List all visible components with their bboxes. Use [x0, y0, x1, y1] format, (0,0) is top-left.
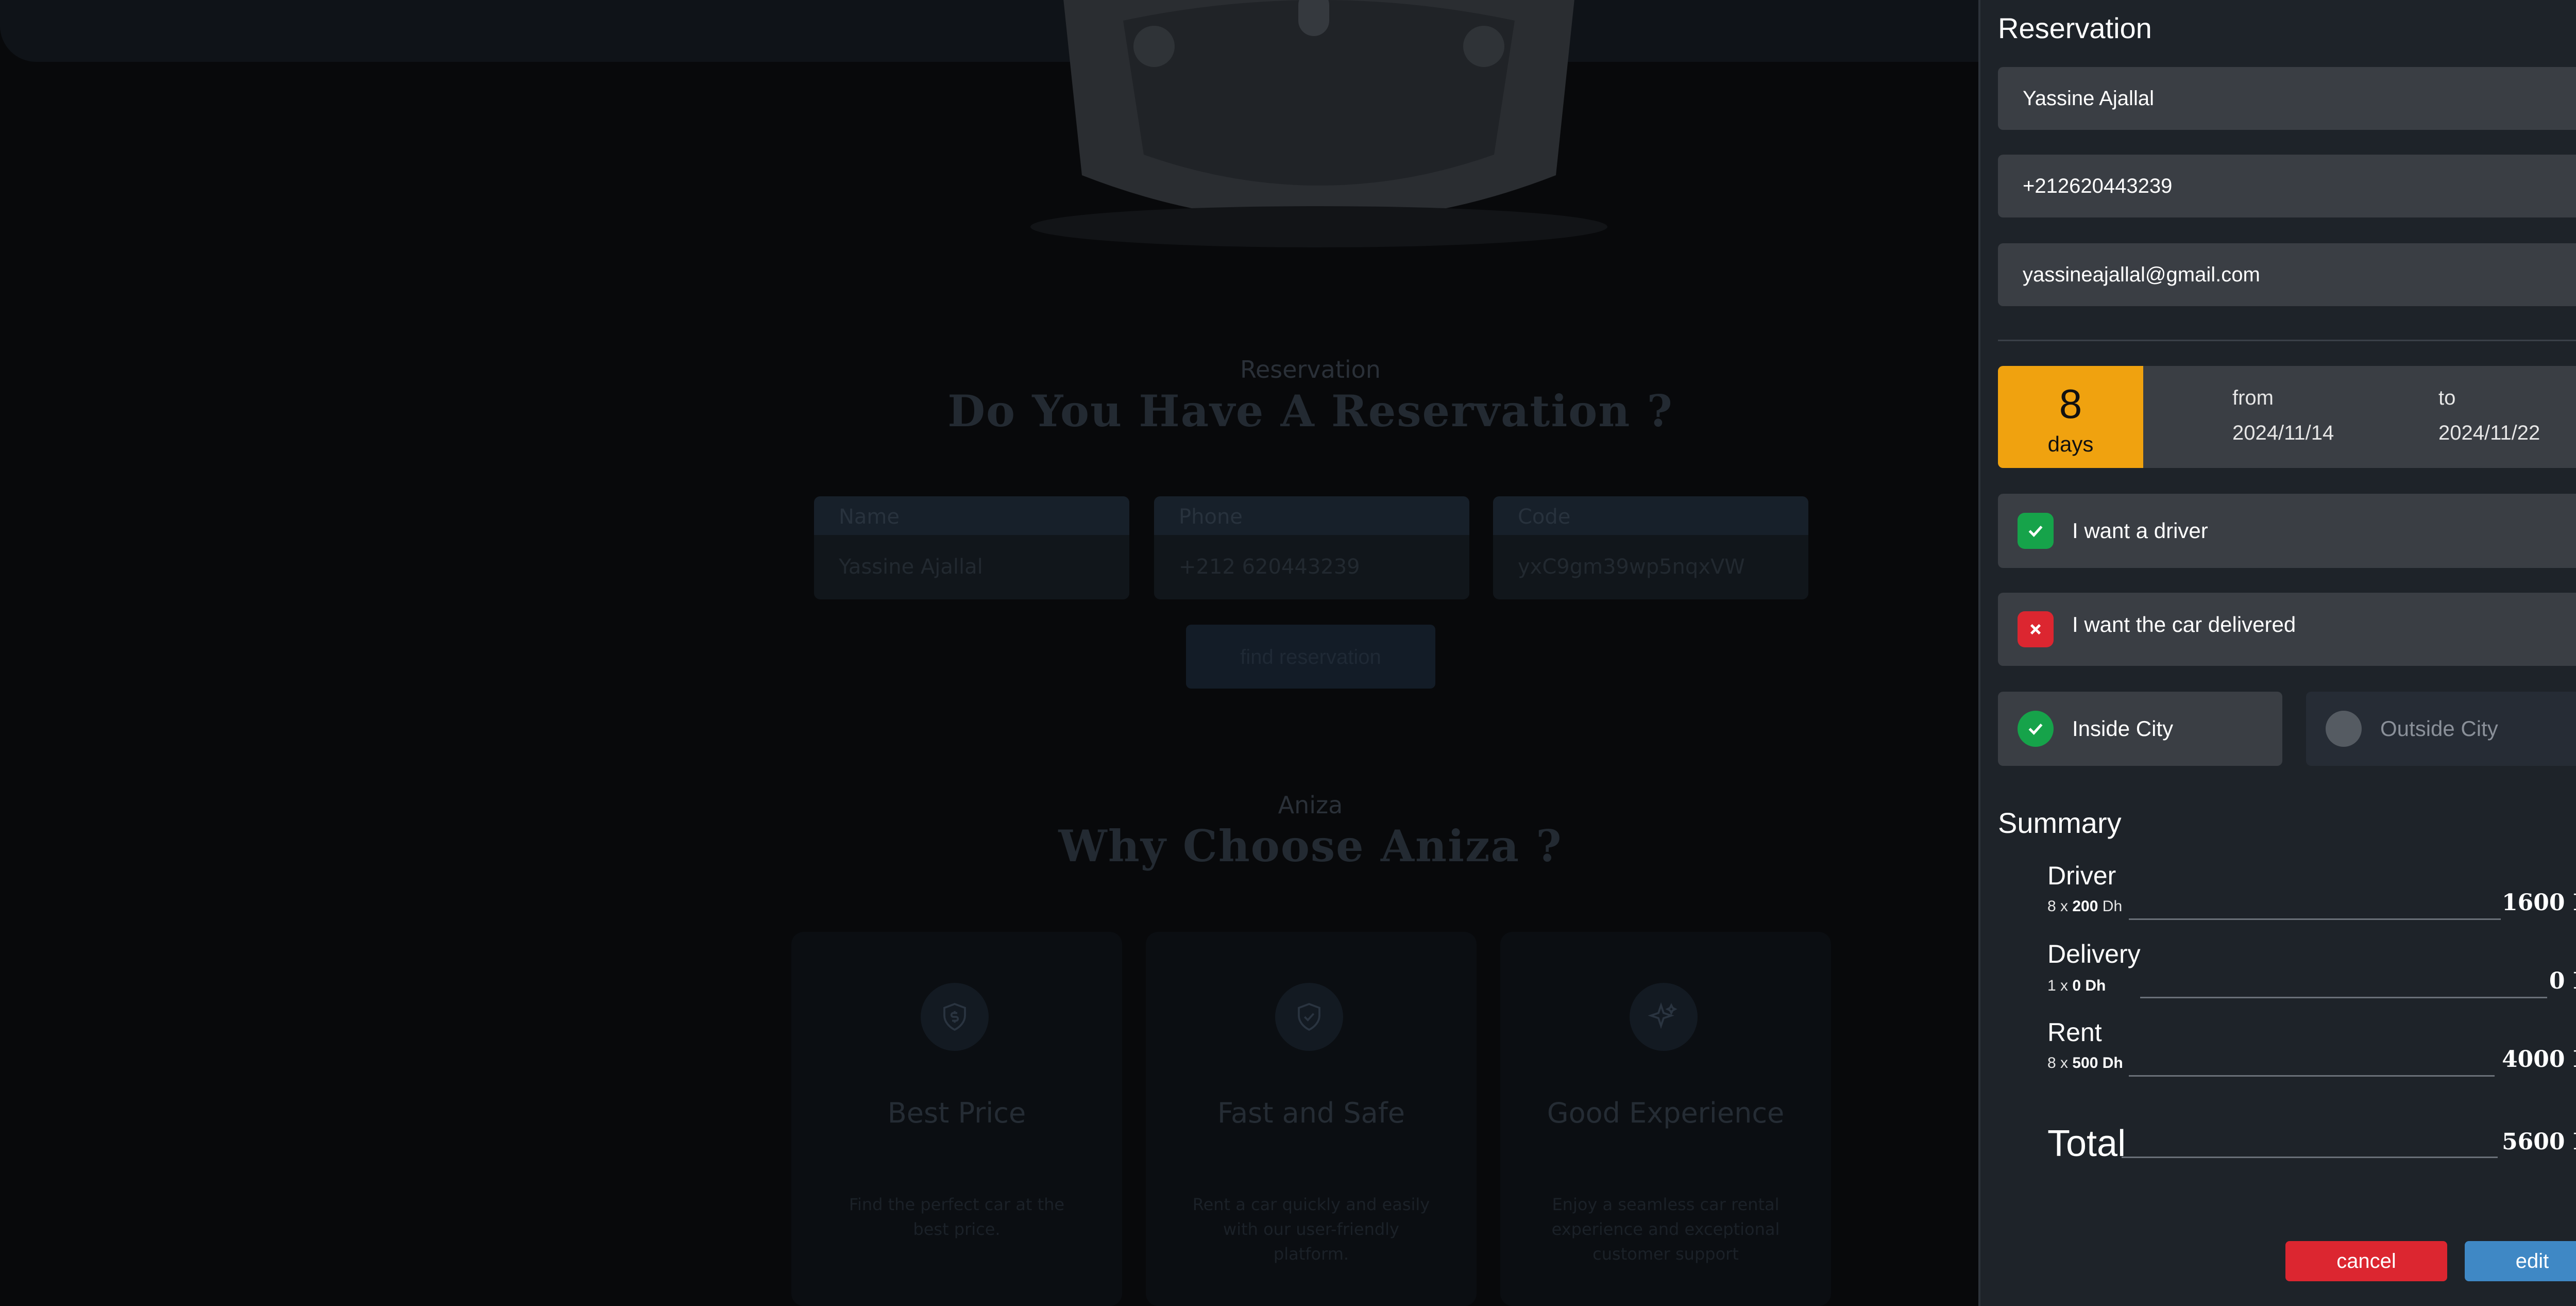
- divider: [1998, 340, 2576, 341]
- cancel-button[interactable]: cancel: [2285, 1241, 2447, 1281]
- name-input[interactable]: [1998, 67, 2576, 130]
- summary-item-calc: 8 x 200 Dh: [2047, 898, 2123, 915]
- summary-item-calc: 1 x 0 Dh: [2047, 977, 2106, 994]
- field-value: yxC9gm39wp5nqxVW: [1518, 555, 1745, 579]
- grand-total: 5600 Dh: [2502, 1129, 2576, 1155]
- feature-text: Rent a car quickly and easily with our u…: [1192, 1195, 1430, 1264]
- check-icon[interactable]: [2018, 513, 2054, 549]
- feature-card-best-price: Best Price Find the perfect car at the b…: [791, 932, 1122, 1306]
- field-label: Name: [814, 496, 1129, 535]
- summary-item-name: Delivery: [2047, 940, 2141, 968]
- inside-city-label: Inside City: [2072, 716, 2174, 741]
- feature-title: Fast and Safe: [1217, 1097, 1405, 1129]
- summary-title: Summary: [1998, 807, 2122, 839]
- check-shield-icon: [1275, 983, 1343, 1051]
- days-label: days: [2047, 432, 2094, 456]
- name-field[interactable]: Name Yassine Ajallal: [814, 496, 1129, 599]
- check-circle-icon[interactable]: [2018, 711, 2054, 747]
- cross-icon[interactable]: [2018, 611, 2054, 647]
- radio-circle-icon[interactable]: [2326, 711, 2362, 747]
- field-value: Yassine Ajallal: [839, 555, 983, 579]
- feature-title: Good Experience: [1547, 1097, 1785, 1129]
- delivery-option-label: I want the car delivered: [2072, 612, 2296, 637]
- field-label: Code: [1493, 496, 1808, 535]
- car-image: [1030, 0, 1607, 247]
- edit-button[interactable]: edit: [2465, 1241, 2576, 1281]
- summary-item-leader: [2140, 997, 2547, 998]
- from-label: from: [2232, 387, 2274, 409]
- summary-item-leader: [2129, 1075, 2495, 1077]
- to-label: to: [2438, 387, 2456, 409]
- days-count: 8: [2059, 381, 2082, 427]
- summary-item-total: 0 Dh: [2549, 968, 2576, 994]
- driver-option[interactable]: I want a driver: [1998, 494, 2576, 568]
- email-input[interactable]: [1998, 243, 2576, 306]
- date-range-picker[interactable]: 8 days from 2024/11/14 to 2024/11/22: [1998, 366, 2576, 468]
- outside-city-option[interactable]: Outside City: [2306, 692, 2576, 766]
- summary-item-total: 4000 Dh: [2502, 1046, 2576, 1073]
- sparkles-icon: [1630, 983, 1698, 1051]
- driver-option-label: I want a driver: [2072, 518, 2208, 543]
- field-value: +212 620443239: [1179, 555, 1360, 579]
- to-date[interactable]: 2024/11/22: [2438, 422, 2540, 445]
- total-leader: [2122, 1157, 2498, 1158]
- phone-field[interactable]: Phone +212 620443239: [1154, 496, 1469, 599]
- feature-title: Best Price: [887, 1097, 1026, 1129]
- summary-item-total: 1600 Dh: [2502, 890, 2576, 916]
- drawer-title: Reservation: [1998, 12, 2152, 44]
- outside-city-label: Outside City: [2380, 716, 2498, 741]
- summary-item-name: Driver: [2047, 861, 2116, 890]
- phone-input[interactable]: [1998, 155, 2576, 217]
- dollar-shield-icon: [921, 983, 989, 1051]
- feature-card-fast-safe: Fast and Safe Rent a car quickly and eas…: [1146, 932, 1477, 1306]
- feature-card-good-experience: Good Experience Enjoy a seamless car ren…: [1500, 932, 1831, 1306]
- reservation-drawer: Reservation 8 days from 2024/11/14 to 20…: [1978, 0, 2576, 1306]
- summary-item-name: Rent: [2047, 1018, 2102, 1047]
- find-reservation-button[interactable]: find reservation: [1186, 625, 1435, 689]
- field-label: Phone: [1154, 496, 1469, 535]
- from-date[interactable]: 2024/11/14: [2232, 422, 2334, 445]
- summary-item-leader: [2129, 918, 2501, 920]
- delivery-option[interactable]: I want the car delivered: [1998, 593, 2576, 666]
- summary-item-calc: 8 x 500 Dh: [2047, 1054, 2123, 1071]
- inside-city-option[interactable]: Inside City: [1998, 692, 2282, 766]
- total-label: Total: [2047, 1123, 2126, 1164]
- feature-text: Enjoy a seamless car rental experience a…: [1551, 1195, 1780, 1264]
- days-count-badge: 8 days: [1998, 366, 2143, 468]
- code-field[interactable]: Code yxC9gm39wp5nqxVW: [1493, 496, 1808, 599]
- feature-text: Find the perfect car at the best price.: [849, 1195, 1065, 1239]
